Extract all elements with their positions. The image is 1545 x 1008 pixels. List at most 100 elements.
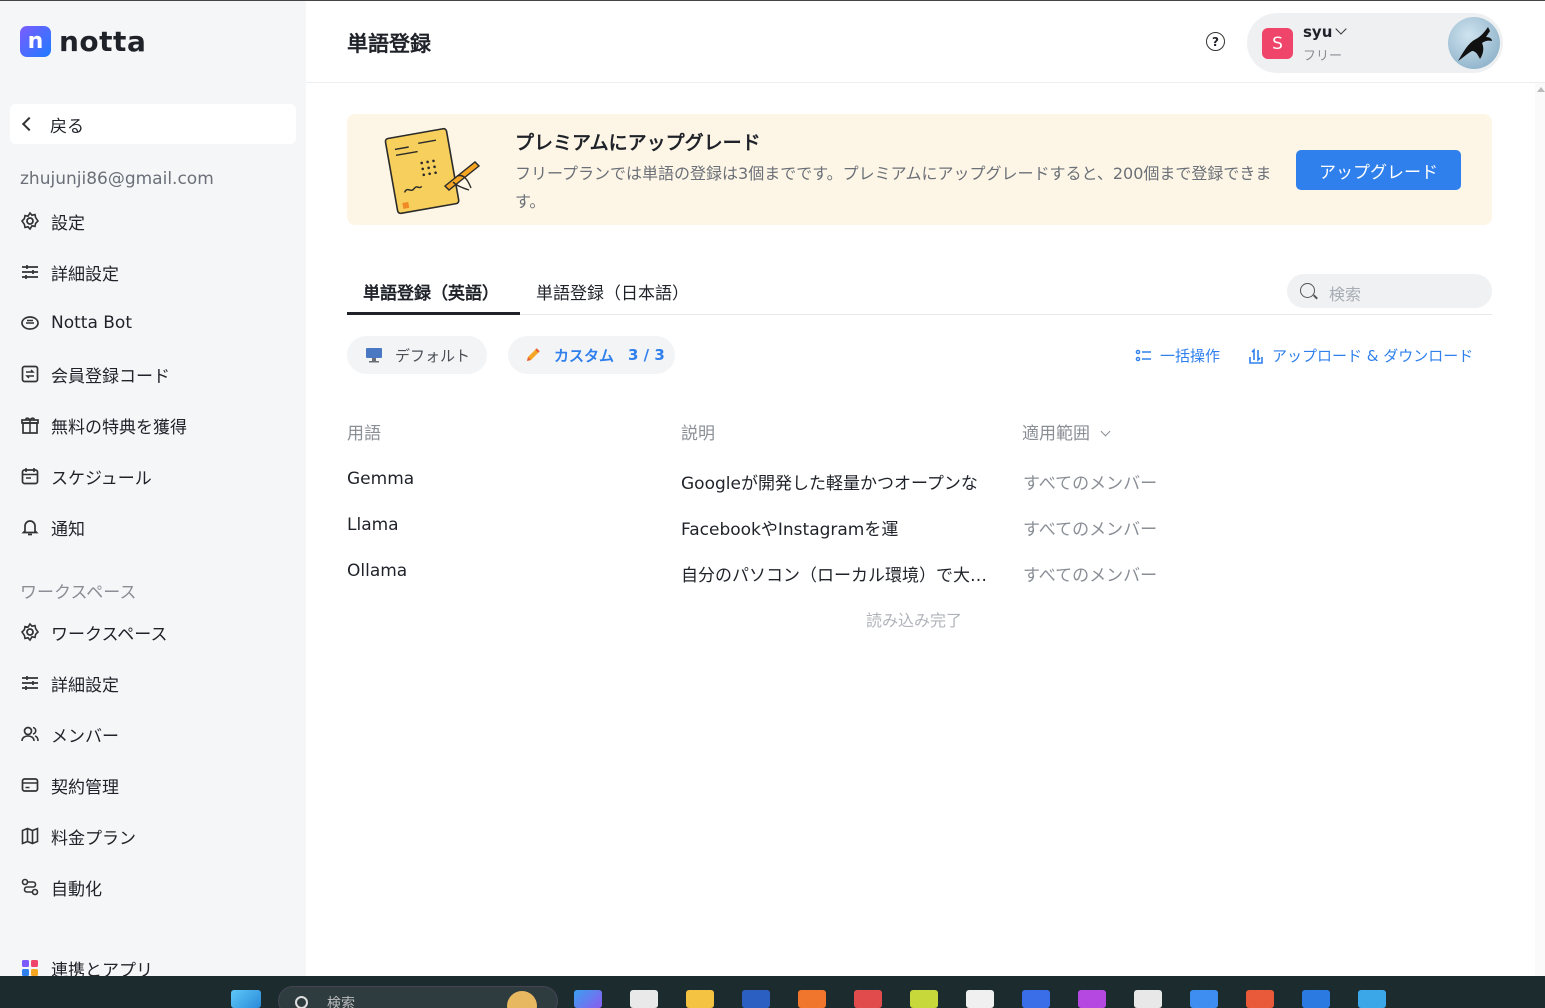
user-name: syu	[1303, 23, 1333, 41]
tab-english[interactable]: 単語登録（英語）	[363, 279, 499, 304]
app-icon[interactable]	[910, 990, 938, 1008]
banner-title: プレミアムにアップグレード	[515, 132, 761, 154]
sidebar-item-workspace[interactable]: ワークスペース	[20, 617, 167, 647]
description-cell: 自分のパソコン（ローカル環境）で大規模言語モデルを動かすツール	[681, 566, 1003, 586]
bulk-actions-label: 一括操作	[1160, 347, 1221, 365]
term-cell: Llama	[347, 515, 399, 535]
map-icon	[20, 826, 40, 846]
taskbar-search-placeholder: 検索	[327, 996, 355, 1008]
top-header: 単語登録 ? S syu フリー	[306, 1, 1545, 83]
gift-icon	[20, 415, 40, 435]
tab-japanese[interactable]: 単語登録（日本語）	[536, 279, 689, 304]
gear-icon	[20, 211, 40, 231]
sidebar-item-label: 詳細設定	[51, 675, 119, 696]
app-icon[interactable]	[1078, 990, 1106, 1008]
app-icon[interactable]	[854, 990, 882, 1008]
chatgpt-icon[interactable]	[1134, 990, 1162, 1008]
chevron-down-icon	[1335, 23, 1347, 35]
bot-icon	[20, 313, 40, 333]
custom-filter-count: 3 / 3	[628, 346, 665, 364]
table-row[interactable]: Llama FacebookやInstagramを運 すべてのメンバー	[347, 515, 1492, 561]
column-header-scope[interactable]: 適用範囲	[1022, 419, 1111, 444]
sidebar-item-label: 自動化	[51, 879, 102, 900]
pencil-icon	[527, 348, 540, 361]
scroll-up-arrow-icon[interactable]	[1537, 87, 1545, 92]
sidebar-item-label: Notta Bot	[51, 313, 132, 333]
sidebar-item-free-rewards[interactable]: 無料の特典を獲得	[20, 410, 187, 440]
taskbar-search[interactable]: 検索	[278, 986, 558, 1008]
active-tab-indicator	[347, 312, 520, 315]
logo-text: notta	[59, 25, 147, 58]
sidebar-item-settings[interactable]: 設定	[20, 206, 85, 236]
os-taskbar: 検索	[0, 976, 1545, 1008]
sidebar-item-label: 料金プラン	[51, 828, 136, 849]
sidebar-item-label: スケジュール	[51, 468, 152, 489]
vertical-scrollbar[interactable]	[1535, 83, 1545, 977]
upgrade-button[interactable]: アップグレード	[1296, 150, 1461, 190]
automation-icon	[20, 877, 40, 897]
chevron-left-icon	[21, 116, 37, 132]
firefox-icon[interactable]	[798, 990, 826, 1008]
notta-logo[interactable]: n notta	[20, 25, 146, 58]
sidebar-item-notta-bot[interactable]: Notta Bot	[20, 308, 132, 338]
back-button[interactable]: 戻る	[10, 104, 296, 144]
sidebar-item-automation[interactable]: 自動化	[20, 872, 102, 902]
sidebar-item-contracts[interactable]: 契約管理	[20, 770, 119, 800]
code-icon	[20, 364, 40, 384]
folder-icon[interactable]	[686, 990, 714, 1008]
chrome-icon[interactable]	[1190, 990, 1218, 1008]
workspace-avatar: S	[1262, 28, 1293, 59]
table-row[interactable]: Ollama 自分のパソコン（ローカル環境）で大規模言語モデルを動かすツール す…	[347, 561, 1492, 607]
calendar-icon	[20, 466, 40, 486]
column-header-term: 用語	[347, 424, 381, 444]
load-complete-text: 読み込み完了	[866, 611, 963, 630]
windows-start-icon[interactable]	[231, 990, 261, 1008]
sidebar-item-label: 設定	[51, 213, 85, 234]
app-icon[interactable]	[1358, 990, 1386, 1008]
user-menu[interactable]: S syu フリー	[1247, 13, 1503, 73]
app-icon[interactable]	[1302, 990, 1330, 1008]
sidebar-item-members[interactable]: メンバー	[20, 719, 119, 749]
term-cell: Ollama	[347, 561, 408, 581]
gemini-icon[interactable]	[1022, 990, 1050, 1008]
copilot-icon[interactable]	[574, 990, 602, 1008]
back-label: 戻る	[50, 116, 84, 137]
sidebar-item-member-code[interactable]: 会員登録コード	[20, 359, 170, 389]
scope-cell: すべてのメンバー	[1023, 474, 1158, 494]
app-window: n notta 戻る zhujunji86@gmail.com 設定 詳細設定 …	[0, 0, 1545, 981]
sidebar-item-workspace-advanced[interactable]: 詳細設定	[20, 668, 119, 698]
weather-icon	[507, 991, 537, 1008]
search-input[interactable]: 検索	[1287, 274, 1492, 308]
sidebar-item-pricing[interactable]: 料金プラン	[20, 821, 136, 851]
default-filter-button[interactable]: デフォルト	[347, 336, 487, 374]
upload-download-button[interactable]: アップロード & ダウンロード	[1247, 345, 1473, 366]
description-cell: FacebookやInstagramを運	[681, 520, 899, 540]
apps-icon	[20, 958, 40, 978]
app-icon[interactable]	[742, 990, 770, 1008]
page-title: 単語登録	[347, 32, 431, 56]
upload-download-label: アップロード & ダウンロード	[1272, 347, 1474, 365]
app-icon[interactable]	[1246, 990, 1274, 1008]
sliders-icon	[20, 262, 40, 282]
help-icon[interactable]: ?	[1206, 32, 1225, 51]
scope-cell: すべてのメンバー	[1023, 520, 1158, 540]
sidebar-item-schedule[interactable]: スケジュール	[20, 461, 152, 491]
app-icon[interactable]	[966, 990, 994, 1008]
upgrade-banner: プレミアムにアップグレード フリープランでは単語の登録は3個までです。プレミアム…	[347, 114, 1492, 225]
sidebar-item-notifications[interactable]: 通知	[20, 512, 85, 542]
sliders-icon	[20, 673, 40, 693]
bell-icon	[20, 517, 40, 537]
calculator-icon[interactable]	[630, 990, 658, 1008]
sidebar-item-advanced-settings[interactable]: 詳細設定	[20, 257, 119, 287]
custom-filter-button[interactable]: カスタム 3 / 3	[508, 336, 675, 374]
upload-download-icon	[1249, 347, 1263, 364]
column-header-description: 説明	[681, 424, 715, 444]
table-row[interactable]: Gemma Googleが開発した軽量かつオープンな すべてのメンバー	[347, 469, 1492, 515]
monitor-icon	[366, 348, 382, 363]
sidebar-item-label: メンバー	[51, 726, 119, 747]
sidebar-item-label: 会員登録コード	[51, 366, 170, 387]
avatar[interactable]	[1448, 17, 1500, 69]
banner-description: フリープランでは単語の登録は3個までです。プレミアムにアップグレードすると、20…	[515, 164, 1272, 211]
bulk-actions-button[interactable]: 一括操作	[1135, 345, 1220, 366]
description-cell: Googleが開発した軽量かつオープンな	[681, 474, 978, 494]
